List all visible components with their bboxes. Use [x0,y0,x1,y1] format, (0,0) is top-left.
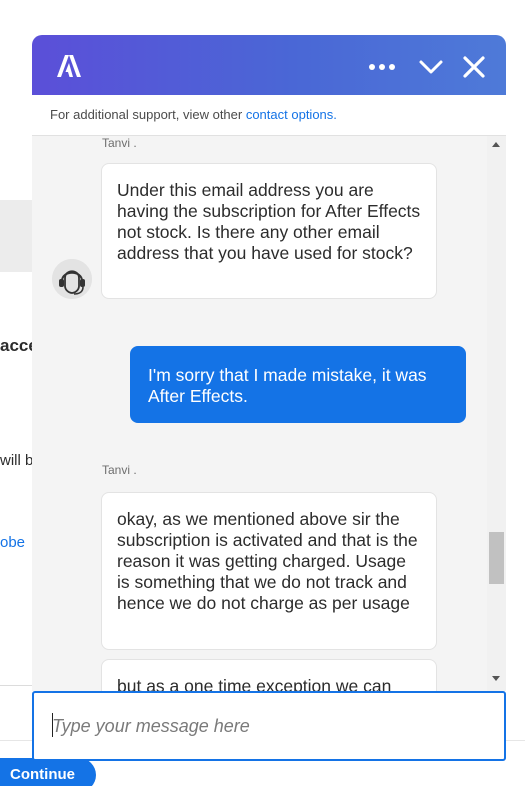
text-caret [52,713,53,737]
support-bar: For additional support, view other conta… [32,95,506,136]
agent-headset-icon [52,259,92,303]
agent-name: Tanvi . [102,136,137,150]
close-icon[interactable] [460,53,488,81]
chat-panel: For additional support, view other conta… [32,35,506,761]
chat-header [32,35,506,95]
scroll-up-arrow-icon[interactable] [492,142,500,147]
more-options-icon[interactable] [368,53,396,81]
chat-transcript[interactable]: Tanvi . Under this email address you are… [32,136,506,691]
scrollbar-thumb[interactable] [489,532,504,584]
agent-name: Tanvi . [102,463,137,477]
continue-button[interactable]: Continue [0,758,96,786]
adobe-logo-icon [56,54,82,78]
transcript-scrollbar[interactable] [487,136,506,691]
agent-message: okay, as we mentioned above sir the subs… [101,492,437,650]
contact-options-link[interactable]: contact options. [246,107,337,122]
message-input-box[interactable] [32,691,506,761]
background-text-fragment: will b [0,452,34,469]
agent-message: Under this email address you are having … [101,163,437,299]
agent-message: but as a one time exception we can [101,659,437,691]
user-message: I'm sorry that I made mistake, it was Af… [130,346,466,423]
message-input[interactable] [52,713,472,739]
scroll-down-arrow-icon[interactable] [492,676,500,681]
support-text: For additional support, view other [50,107,246,122]
background-link-fragment[interactable]: obe [0,534,25,551]
chevron-down-icon[interactable] [417,53,445,81]
agent-avatar [52,259,92,299]
